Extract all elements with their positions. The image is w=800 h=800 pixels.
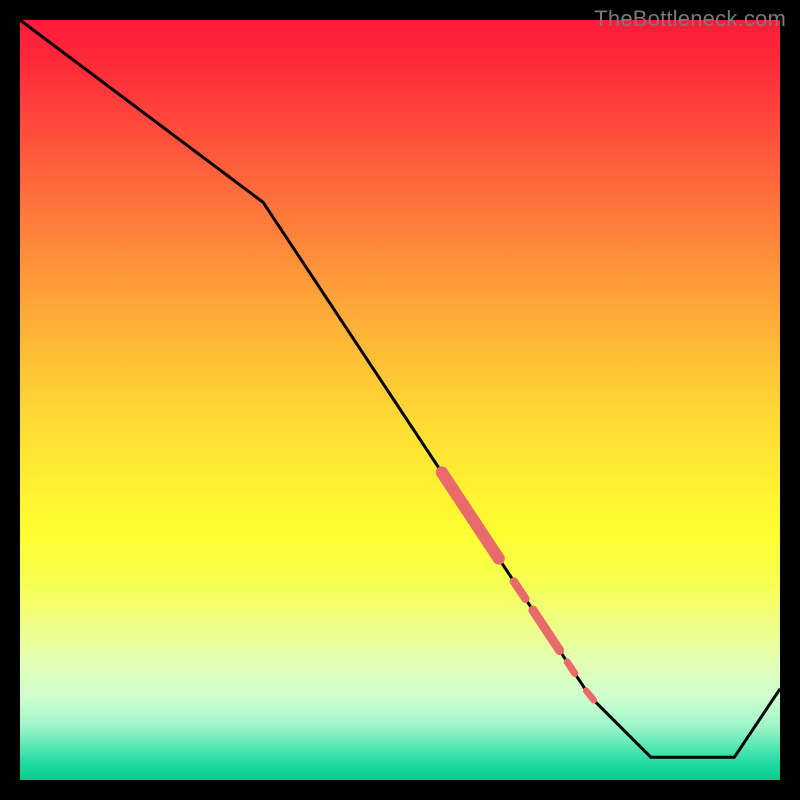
chart-canvas [20,20,780,780]
marker-segment [567,662,575,673]
marker-segment [533,610,560,650]
marker-segment [514,582,525,599]
watermark-label: TheBottleneck.com [594,6,786,32]
data-line [20,20,780,757]
marker-segment [442,472,499,558]
chart-svg [20,20,780,780]
marker-segment [586,691,594,701]
